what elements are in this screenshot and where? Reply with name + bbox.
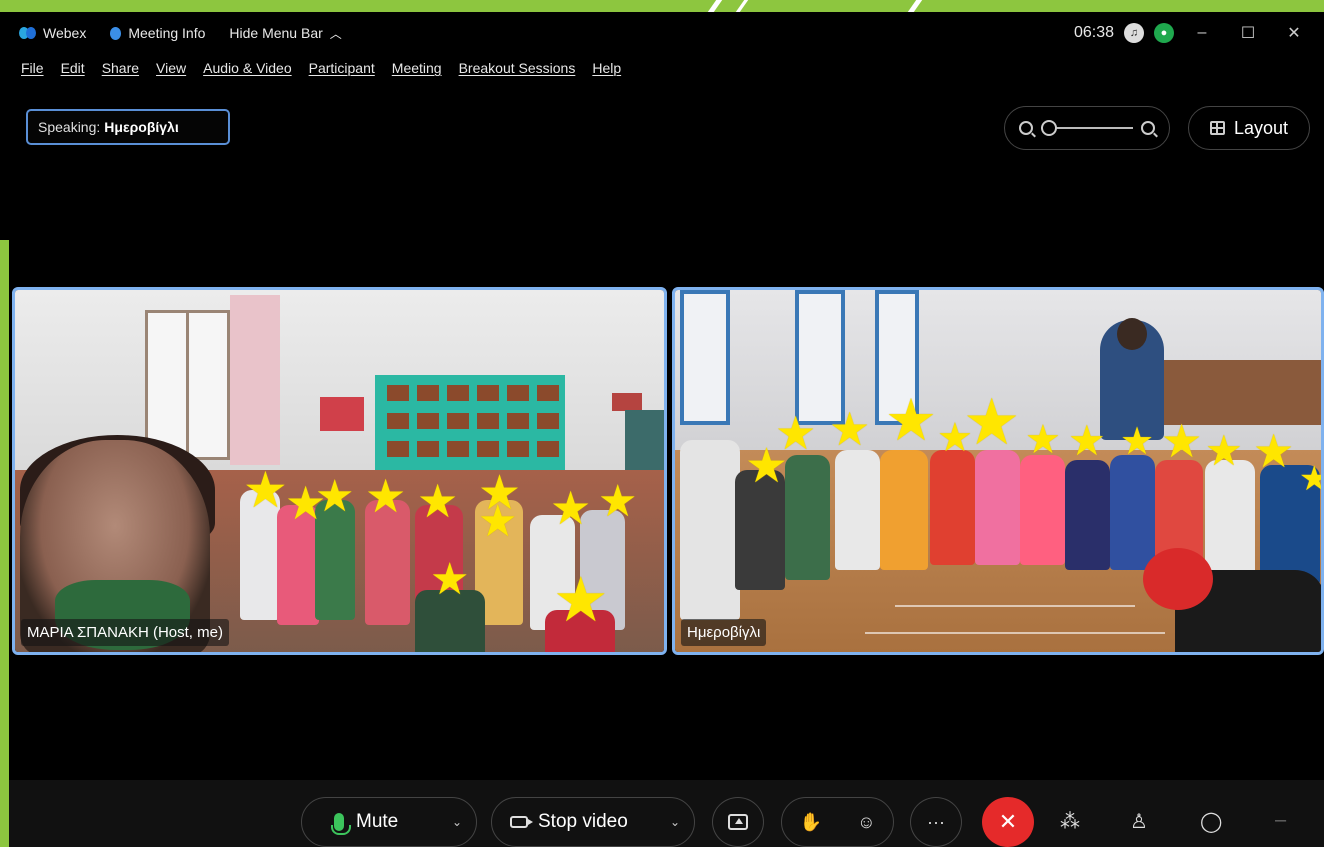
star-sticker: ★	[315, 472, 355, 521]
layout-button[interactable]: Layout	[1188, 106, 1310, 150]
host-video-feed: ★ ★ ★ ★ ★ ★ ★ ★ ★ ★ ★	[15, 290, 664, 652]
raise-hand-icon[interactable]: ✋	[800, 812, 822, 833]
meeting-info-icon	[110, 26, 122, 40]
star-sticker: ★	[829, 403, 871, 455]
share-button[interactable]	[712, 797, 764, 847]
meeting-info-label: Meeting Info	[128, 25, 206, 41]
zoom-slider[interactable]	[1041, 120, 1133, 136]
camera-icon	[510, 816, 533, 828]
star-sticker: ★	[553, 566, 609, 635]
hide-menu-bar-label: Hide Menu Bar	[229, 25, 323, 41]
title-bar: Webex Meeting Info Hide Menu Bar ︿ 06:38…	[9, 12, 1324, 54]
star-sticker: ★	[1205, 427, 1243, 474]
speaking-name: Ημεροβίγλι	[104, 119, 179, 135]
zoom-control	[1004, 106, 1170, 150]
menu-audio-video[interactable]: Audio & Video	[203, 60, 291, 84]
menu-breakout-sessions[interactable]: Breakout Sessions	[459, 60, 576, 84]
star-sticker: ★	[417, 475, 459, 527]
share-icon	[728, 814, 748, 830]
menu-meeting[interactable]: Meeting	[392, 60, 442, 84]
minimize-icon[interactable]: –	[1184, 24, 1220, 42]
video-tile-participant[interactable]: ★ ★ ★ ★ ★ ★ ★ ★ ★ ★ ★ ★ ★ Ημεροβίγλι	[672, 287, 1324, 655]
star-sticker: ★	[775, 407, 817, 459]
host-name-tag: ΜΑΡΙΑ ΣΠΑΝΑΚΗ (Host, me)	[21, 619, 229, 646]
chevron-up-icon: ︿	[329, 26, 342, 41]
star-sticker: ★	[550, 482, 592, 534]
chat-icon[interactable]: ◯	[1200, 809, 1222, 834]
star-sticker: ★	[1120, 421, 1155, 463]
star-sticker: ★	[1253, 425, 1295, 477]
zoom-in-icon[interactable]	[1141, 121, 1155, 135]
reactions-icon[interactable]: ☺	[857, 812, 875, 833]
webex-app-button[interactable]: Webex	[19, 25, 86, 41]
avatar-icon[interactable]: ●	[1154, 23, 1174, 43]
star-sticker: ★	[1025, 418, 1061, 462]
star-sticker: ★	[885, 388, 937, 453]
zoom-slider-knob[interactable]	[1041, 120, 1057, 136]
participant-name-tag: Ημεροβίγλι	[681, 619, 767, 646]
overflow-icon[interactable]: –	[1275, 809, 1286, 832]
menu-participant[interactable]: Participant	[309, 60, 375, 84]
star-sticker: ★	[1299, 462, 1321, 496]
stop-video-button[interactable]: Stop video ⌄	[491, 797, 695, 847]
star-sticker: ★	[1068, 417, 1106, 464]
headset-icon[interactable]: ♫	[1124, 23, 1144, 43]
meeting-info-button[interactable]: Meeting Info	[110, 25, 205, 41]
zoom-out-icon[interactable]	[1019, 121, 1033, 135]
menu-share[interactable]: Share	[102, 60, 139, 84]
frame-stripe	[735, 0, 749, 12]
frame-stripe	[707, 0, 723, 12]
slide-frame-left	[0, 240, 9, 847]
star-sticker: ★	[1161, 415, 1203, 467]
stop-video-label: Stop video	[538, 811, 628, 832]
chevron-down-icon[interactable]: ⌄	[452, 815, 462, 829]
star-sticker: ★	[598, 477, 638, 526]
meeting-clock: 06:38	[1073, 24, 1114, 41]
layout-label: Layout	[1233, 117, 1289, 138]
close-icon[interactable]: ✕	[1276, 23, 1312, 43]
speaking-indicator: Speaking: Ημεροβίγλι	[26, 109, 230, 145]
participant-video-feed: ★ ★ ★ ★ ★ ★ ★ ★ ★ ★ ★ ★ ★	[675, 290, 1321, 652]
star-sticker: ★	[365, 470, 407, 522]
layout-grid-icon	[1209, 121, 1225, 135]
end-call-icon: ✕	[998, 809, 1018, 834]
reactions-group: ✋ ☺	[781, 797, 894, 847]
mute-label: Mute	[356, 811, 399, 832]
star-sticker: ★	[243, 462, 288, 518]
more-options-button[interactable]: ···	[910, 797, 962, 847]
hide-menu-bar-button[interactable]: Hide Menu Bar ︿	[229, 25, 341, 42]
chevron-down-icon[interactable]: ⌄	[670, 815, 680, 829]
more-icon: ···	[927, 811, 945, 832]
mute-button[interactable]: Mute ⌄	[301, 797, 477, 847]
webex-logo-icon	[19, 27, 36, 39]
star-sticker: ★	[963, 386, 1021, 458]
frame-stripe	[907, 0, 923, 12]
breakout-icon[interactable]: ⁂	[1060, 809, 1080, 834]
menu-edit[interactable]: Edit	[61, 60, 85, 84]
microphone-icon	[331, 813, 351, 835]
end-call-button[interactable]: ✕	[982, 797, 1034, 847]
slide-frame-top	[0, 0, 1324, 12]
participants-icon[interactable]: ♙	[1130, 809, 1148, 834]
menu-help[interactable]: Help	[592, 60, 621, 84]
video-tile-host[interactable]: ★ ★ ★ ★ ★ ★ ★ ★ ★ ★ ★ ΜΑΡΙΑ ΣΠΑΝΑΚΗ (Hos…	[12, 287, 667, 655]
menu-bar: File Edit Share View Audio & Video Parti…	[21, 60, 621, 84]
title-bar-right: 06:38 ♫ ● – ☐ ✕	[1074, 23, 1312, 43]
maximize-icon[interactable]: ☐	[1230, 23, 1266, 43]
menu-view[interactable]: View	[156, 60, 186, 84]
star-sticker: ★	[478, 497, 518, 546]
app-name: Webex	[43, 25, 87, 41]
menu-file[interactable]: File	[21, 60, 44, 84]
speaking-label: Speaking:	[38, 119, 101, 135]
star-sticker: ★	[430, 555, 470, 604]
